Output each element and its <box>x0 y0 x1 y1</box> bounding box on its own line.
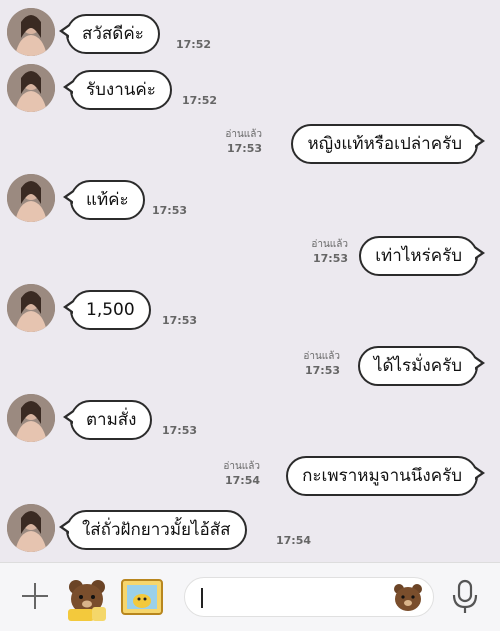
message-row-incoming: ใส่ถั่วฝักยาวมั้ยไอ้สัส 17:54 <box>0 504 500 556</box>
message-meta: อ่านแล้ว 17:53 <box>288 238 348 266</box>
microphone-icon[interactable] <box>450 579 480 615</box>
message-time: 17:52 <box>176 38 212 51</box>
message-bubble[interactable]: ตามสั่ง <box>62 400 153 440</box>
avatar[interactable] <box>7 504 55 552</box>
read-receipt: อ่านแล้ว <box>303 351 340 362</box>
message-time: 17:53 <box>304 364 340 377</box>
message-row-outgoing: อ่านแล้ว 17:53 ได้ไรมั่งครับ <box>0 344 500 388</box>
read-receipt: อ่านแล้ว <box>223 461 260 472</box>
chat-area: สวัสดีค่ะ 17:52 รับงานค่ะ 17:52 อ่านแล้ว… <box>0 0 500 562</box>
message-row-incoming: รับงานค่ะ 17:52 <box>0 62 500 112</box>
message-time: 17:53 <box>226 142 262 155</box>
message-bubble[interactable]: ได้ไรมั่งครับ <box>357 346 486 386</box>
message-time: 17:53 <box>312 252 348 265</box>
read-receipt: อ่านแล้ว <box>311 239 348 250</box>
bear-emoji-icon[interactable] <box>391 582 425 612</box>
message-bubble[interactable]: แท้ค่ะ <box>63 180 145 220</box>
avatar[interactable] <box>7 394 55 442</box>
message-bubble[interactable]: รับงานค่ะ <box>63 70 172 110</box>
message-meta: อ่านแล้ว 17:54 <box>200 460 260 488</box>
avatar[interactable] <box>7 174 55 222</box>
message-row-incoming: ตามสั่ง 17:53 <box>0 394 500 444</box>
message-row-incoming: แท้ค่ะ 17:53 <box>0 174 500 224</box>
message-row-outgoing: อ่านแล้ว 17:54 กะเพราหมูจานนึงครับ <box>0 454 500 498</box>
message-row-outgoing: อ่านแล้ว 17:53 หญิงแท้หรือเปล่าครับ <box>0 122 500 166</box>
message-bubble[interactable]: สวัสดีค่ะ <box>59 14 160 54</box>
read-receipt: อ่านแล้ว <box>225 129 262 140</box>
message-row-incoming: 1,500 17:53 <box>0 284 500 334</box>
message-row-incoming: สวัสดีค่ะ 17:52 <box>0 8 500 58</box>
image-icon[interactable] <box>120 577 164 617</box>
avatar[interactable] <box>7 8 55 56</box>
message-bubble[interactable]: หญิงแท้หรือเปล่าครับ <box>291 124 485 164</box>
message-bubble[interactable]: ใส่ถั่วฝักยาวมั้ยไอ้สัส <box>59 510 247 550</box>
message-time: 17:54 <box>276 534 312 547</box>
message-bubble[interactable]: กะเพราหมูจานนึงครับ <box>286 456 485 496</box>
message-input[interactable] <box>184 577 434 617</box>
message-time: 17:53 <box>162 314 198 327</box>
plus-icon[interactable] <box>20 581 50 611</box>
message-meta: อ่านแล้ว 17:53 <box>280 350 340 378</box>
avatar[interactable] <box>7 284 55 332</box>
message-time: 17:53 <box>162 424 198 437</box>
message-bubble[interactable]: เท่าไหร่ครับ <box>359 236 485 276</box>
message-bubble[interactable]: 1,500 <box>63 290 151 330</box>
bear-sticker-icon[interactable] <box>62 573 112 623</box>
message-time: 17:54 <box>224 474 260 487</box>
text-caret <box>201 588 203 608</box>
message-row-outgoing: อ่านแล้ว 17:53 เท่าไหร่ครับ <box>0 234 500 278</box>
message-time: 17:52 <box>182 94 218 107</box>
message-meta: อ่านแล้ว 17:53 <box>202 128 262 156</box>
message-time: 17:53 <box>152 204 188 217</box>
avatar[interactable] <box>7 64 55 112</box>
message-composer <box>0 562 500 631</box>
